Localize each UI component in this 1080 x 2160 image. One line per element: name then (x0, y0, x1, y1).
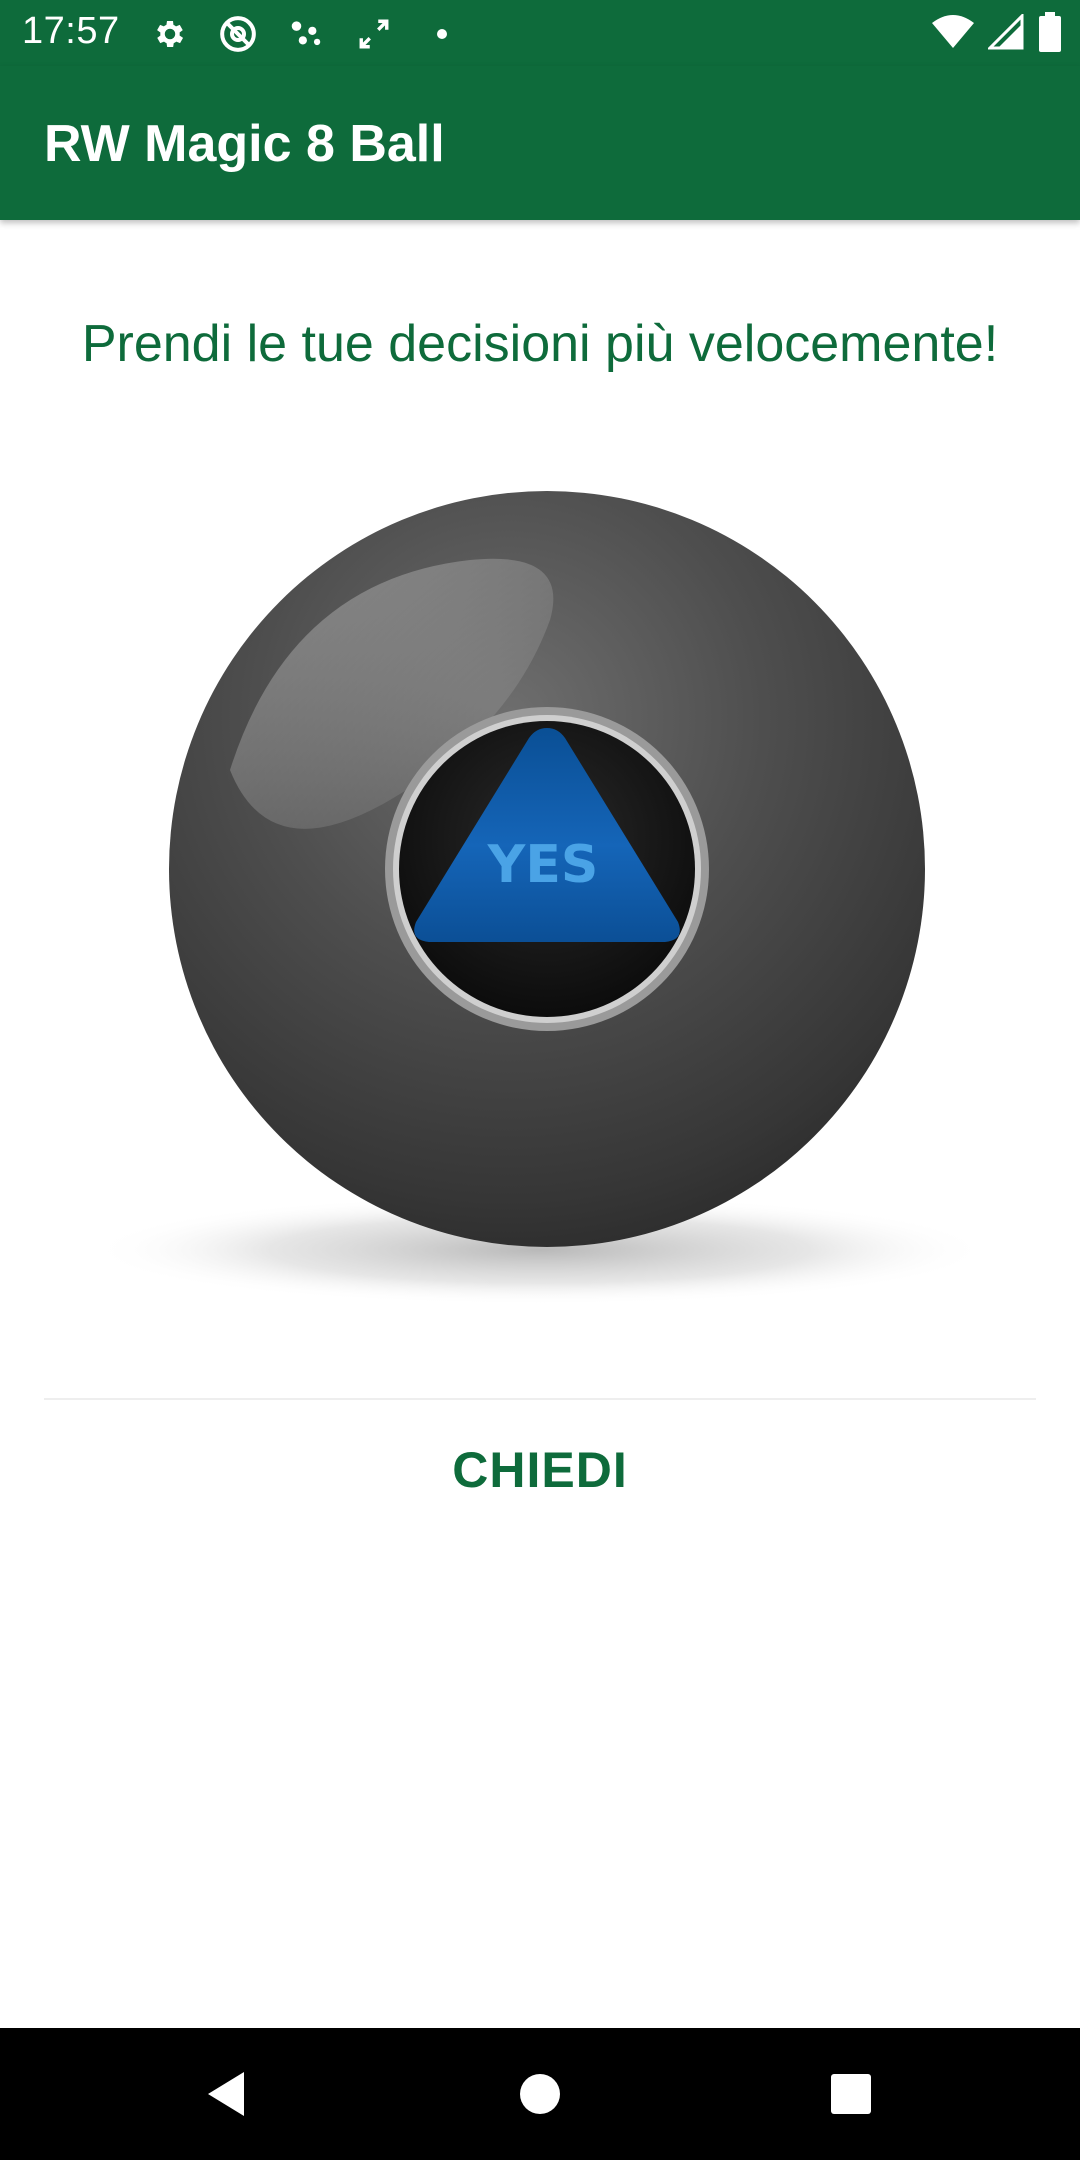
headline: Prendi le tue decisioni più velocemente! (81, 315, 999, 373)
app-bar: RW Magic 8 Ball (0, 66, 1080, 220)
status-time: 17:57 (22, 10, 120, 52)
magic-8-ball-image: YES (90, 470, 990, 1330)
battery-icon (1038, 11, 1062, 57)
nav-bar (0, 2028, 1080, 2160)
at-sign-icon (216, 12, 260, 56)
home-icon[interactable] (494, 2048, 586, 2140)
wifi-icon (932, 14, 974, 54)
dot-icon (420, 12, 464, 56)
ask-button[interactable]: CHIEDI (340, 1400, 740, 1540)
settings-icon (148, 12, 192, 56)
recents-icon[interactable] (805, 2048, 897, 2140)
answer-text: YES (487, 835, 599, 895)
dots-icon (284, 12, 328, 56)
status-icons-left (148, 12, 464, 56)
status-bar: 17:57 (0, 0, 1080, 66)
status-icons-right (932, 11, 1062, 57)
signal-icon (986, 11, 1024, 55)
sync-icon (352, 12, 396, 56)
back-icon[interactable] (180, 2048, 272, 2140)
app-title: RW Magic 8 Ball (44, 115, 445, 173)
